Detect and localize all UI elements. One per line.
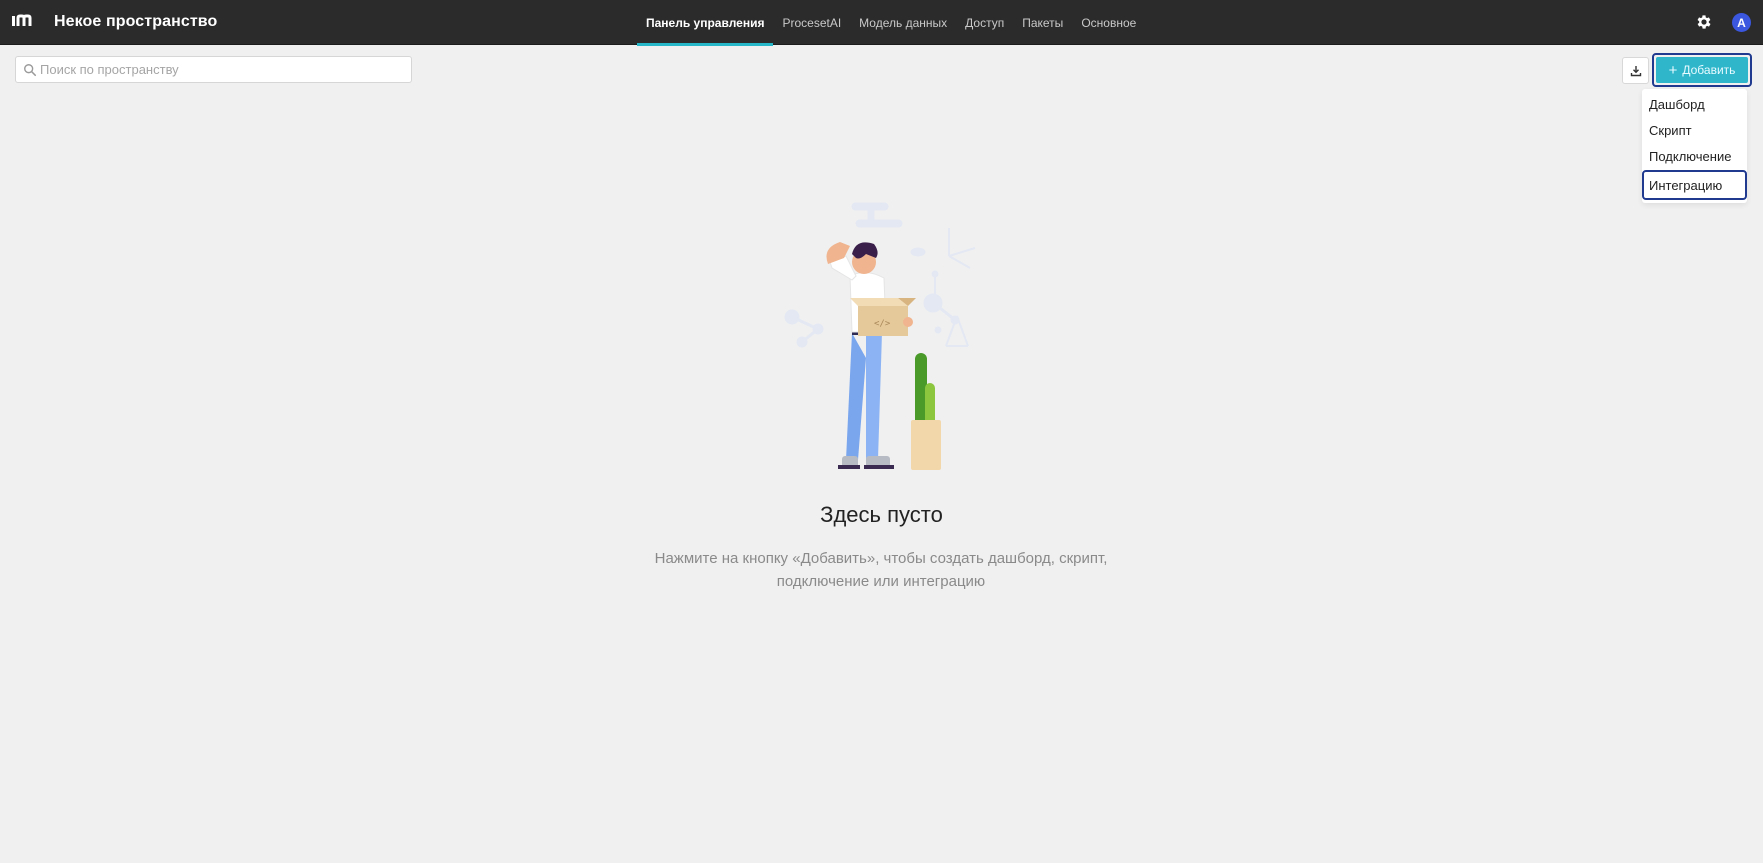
gear-icon[interactable] — [1695, 13, 1713, 31]
search-icon — [24, 64, 37, 77]
menu-item-script[interactable]: Скрипт — [1642, 118, 1747, 143]
search-input[interactable] — [40, 60, 405, 79]
menu-item-connection[interactable]: Подключение — [1642, 144, 1747, 169]
tab-data-model[interactable]: Модель данных — [850, 0, 956, 45]
empty-state-description: Нажмите на кнопку «Добавить», чтобы созд… — [654, 550, 1108, 590]
search-box — [15, 56, 412, 83]
add-button[interactable]: + Добавить — [1656, 57, 1748, 83]
user-avatar[interactable]: A — [1732, 13, 1751, 32]
menu-item-integration[interactable]: Интеграцию — [1642, 170, 1747, 200]
plus-icon: + — [1668, 61, 1678, 79]
add-menu: Дашборд Скрипт Подключение Интеграцию — [1642, 89, 1747, 203]
app-logo-icon[interactable] — [12, 12, 36, 32]
space-title: Некое пространство — [54, 13, 218, 30]
tab-procesetai[interactable]: ProcesetAI — [773, 0, 850, 45]
download-icon — [1630, 65, 1641, 76]
empty-state-title: Здесь пусто — [820, 502, 943, 527]
tab-general[interactable]: Основное — [1072, 0, 1145, 45]
tab-dashboard[interactable]: Панель управления — [637, 0, 774, 46]
top-bar: Некое пространство Панель управления Pro… — [0, 0, 1763, 46]
main-nav: Панель управления ProcesetAI Модель данн… — [637, 0, 1145, 46]
empty-state-illustration-icon: </> — [784, 202, 976, 470]
tab-access[interactable]: Доступ — [956, 0, 1013, 45]
add-button-label: Добавить — [1682, 63, 1736, 77]
add-button-focus-ring: + Добавить — [1652, 53, 1752, 87]
download-button[interactable] — [1622, 57, 1649, 84]
svg-text:</>: </> — [874, 319, 891, 329]
tab-packages[interactable]: Пакеты — [1013, 0, 1072, 45]
menu-item-dashboard[interactable]: Дашборд — [1642, 92, 1747, 117]
